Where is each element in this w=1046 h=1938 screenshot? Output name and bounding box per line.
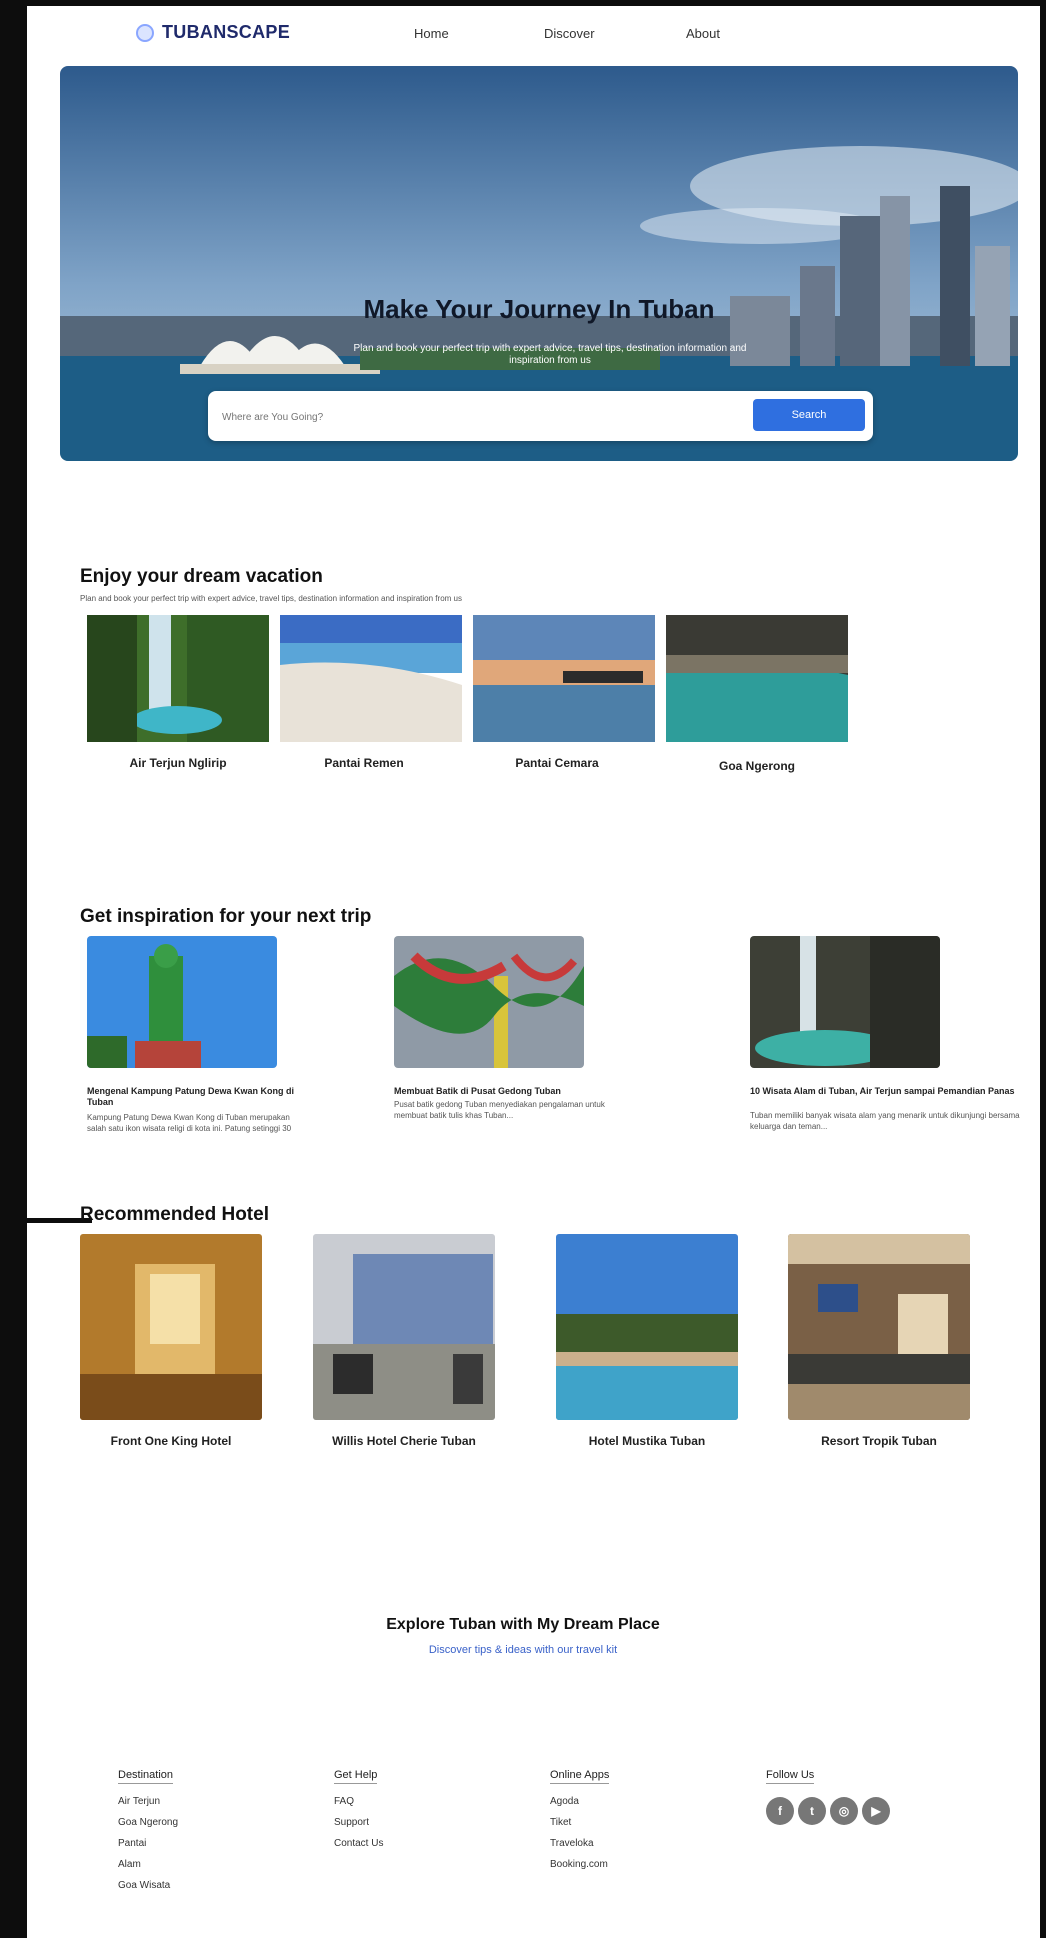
destination-image <box>666 615 848 742</box>
inspiration-title[interactable]: 10 Wisata Alam di Tuban, Air Terjun samp… <box>750 1086 1040 1097</box>
destination-card[interactable] <box>87 615 269 745</box>
inspiration-description: Pusat batik gedong Tuban menyediakan pen… <box>394 1100 605 1120</box>
brand-name: TUBANSCAPE <box>162 22 291 42</box>
twitter-icon[interactable]: t <box>798 1797 826 1825</box>
footer-link[interactable]: Alam <box>118 1854 178 1875</box>
inspiration-section-title: Get inspiration for your next trip <box>80 906 372 927</box>
footer-link[interactable]: Traveloka <box>550 1833 609 1854</box>
footer-link[interactable]: Pantai <box>118 1833 178 1854</box>
search-button[interactable]: Search <box>753 399 865 431</box>
footer-link[interactable]: Agoda <box>550 1791 609 1812</box>
footer-link[interactable]: Goa Wisata <box>118 1875 178 1896</box>
footer-heading: Online Apps <box>550 1769 610 1784</box>
footer-heading: Follow Us <box>766 1769 815 1784</box>
footer-follow-column: Follow Us f t ◎ ▶ <box>766 1765 890 1825</box>
footer-apps-column: Online Apps Agoda Tiket Traveloka Bookin… <box>550 1765 610 1875</box>
instagram-icon[interactable]: ◎ <box>830 1797 858 1825</box>
inspiration-title[interactable]: Mengenal Kampung Patung Dewa Kwan Kong d… <box>87 1086 307 1108</box>
hotel-name: Hotel Mustika Tuban <box>588 1434 706 1448</box>
destination-image <box>280 615 462 742</box>
nav-home-link[interactable]: Home <box>414 26 449 41</box>
destination-image <box>473 615 655 742</box>
hotel-section-title: Recommended Hotel <box>80 1204 269 1225</box>
explore-subtitle[interactable]: Discover tips & ideas with our travel ki… <box>0 1644 1046 1656</box>
inspiration-image[interactable] <box>750 936 940 1068</box>
hero-subtitle: Plan and book your perfect trip with exp… <box>353 343 747 366</box>
destination-card[interactable] <box>666 615 848 745</box>
explore-title: Explore Tuban with My Dream Place <box>386 1616 660 1633</box>
footer-heading: Destination <box>118 1769 174 1784</box>
facebook-icon[interactable]: f <box>766 1797 794 1825</box>
destination-name: Pantai Remen <box>324 756 404 770</box>
inspiration-image[interactable] <box>394 936 584 1068</box>
globe-icon <box>136 23 154 42</box>
destination-name: Goa Ngerong <box>718 759 795 773</box>
hotel-image[interactable] <box>556 1234 738 1420</box>
inspiration-description: Tuban memiliki banyak wisata alam yang m… <box>750 1111 1020 1131</box>
hotel-name: Front One King Hotel <box>110 1434 232 1448</box>
hotel-name: Resort Tropik Tuban <box>821 1434 937 1448</box>
footer-destination-column: Destination Air Terjun Goa Ngerong Panta… <box>118 1765 178 1896</box>
inspiration-image[interactable] <box>87 936 277 1068</box>
youtube-icon[interactable]: ▶ <box>862 1797 890 1825</box>
destination-name: Air Terjun Nglirip <box>129 756 227 770</box>
destination-card[interactable] <box>473 615 655 745</box>
hero-banner: Make Your Journey In Tuban Plan and book… <box>60 66 1018 461</box>
footer-link[interactable]: Booking.com <box>550 1854 609 1875</box>
footer-link[interactable]: Tiket <box>550 1812 609 1833</box>
footer-link[interactable]: FAQ <box>334 1791 383 1812</box>
destination-image <box>87 615 269 742</box>
nav-discover-link[interactable]: Discover <box>544 26 595 41</box>
footer-link[interactable]: Air Terjun <box>118 1791 178 1812</box>
search-input[interactable] <box>220 403 724 431</box>
destination-name: Pantai Cemara <box>515 756 599 770</box>
hotel-image[interactable] <box>788 1234 970 1420</box>
top-nav: TUBANSCAPE Home Discover About <box>136 18 1006 52</box>
hotel-image[interactable] <box>313 1234 495 1420</box>
hero-title: Make Your Journey In Tuban <box>363 294 715 324</box>
destination-card[interactable] <box>280 615 462 745</box>
dream-section-title: Enjoy your dream vacation <box>80 566 323 587</box>
hotel-name: Willis Hotel Cherie Tuban <box>332 1434 476 1448</box>
footer-link[interactable]: Contact Us <box>334 1833 383 1854</box>
footer-heading: Get Help <box>334 1769 378 1784</box>
nav-about-link[interactable]: About <box>686 26 720 41</box>
social-icons: f t ◎ ▶ <box>766 1797 890 1825</box>
inspiration-title[interactable]: Membuat Batik di Pusat Gedong Tuban <box>394 1086 634 1097</box>
dream-section-subtitle: Plan and book your perfect trip with exp… <box>80 594 462 603</box>
inspiration-description: Kampung Patung Dewa Kwan Kong di Tuban m… <box>87 1113 292 1133</box>
search-bar: Search <box>208 391 873 441</box>
hotel-image[interactable] <box>80 1234 262 1420</box>
brand-logo[interactable]: TUBANSCAPE <box>136 22 290 43</box>
footer-help-column: Get Help FAQ Support Contact Us <box>334 1765 383 1854</box>
footer-link[interactable]: Goa Ngerong <box>118 1812 178 1833</box>
footer-link[interactable]: Support <box>334 1812 383 1833</box>
